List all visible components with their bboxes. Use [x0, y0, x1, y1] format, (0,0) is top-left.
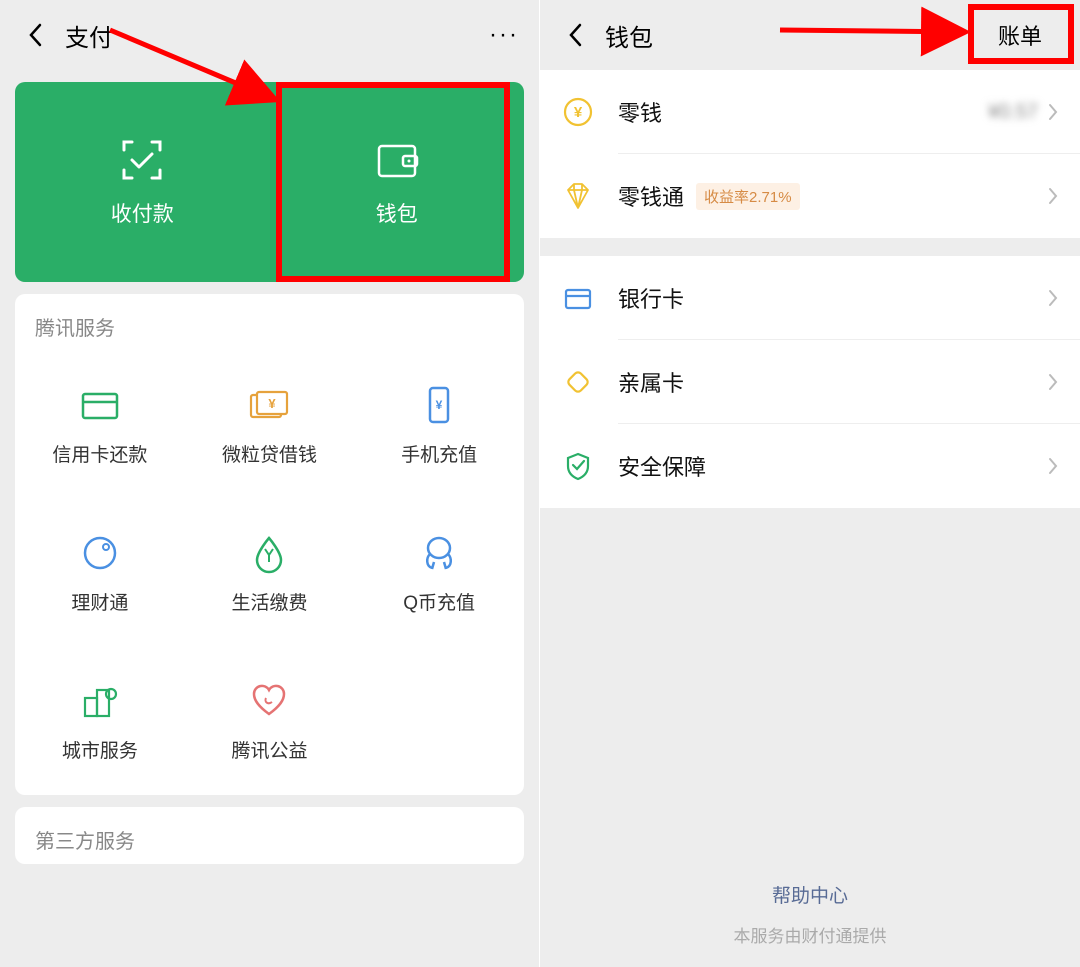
- qcoin-icon: [418, 532, 460, 574]
- service-item-phone-charge[interactable]: ¥ 手机充值: [354, 351, 524, 499]
- shield-icon: [562, 450, 594, 482]
- list-label: 安全保障: [618, 450, 706, 482]
- svg-text:¥: ¥: [269, 396, 277, 411]
- provider-text: 本服务由财付通提供: [540, 922, 1080, 947]
- yield-badge: 收益率2.71%: [696, 183, 800, 210]
- diamond-icon: [562, 180, 594, 212]
- balance-value: ¥0.57: [988, 101, 1038, 124]
- bill-button[interactable]: 账单: [980, 11, 1060, 59]
- service-label: Q币充值: [403, 588, 475, 615]
- wallet-screen: 钱包 账单 ¥ 零钱 ¥0.57 零钱通收益率2.71% 银行卡 亲属卡 安全保障…: [540, 0, 1080, 967]
- chevron-right-icon: [1048, 457, 1058, 475]
- pay-receive-button[interactable]: 收付款: [15, 82, 270, 282]
- chevron-right-icon: [1048, 289, 1058, 307]
- service-label: 信用卡还款: [52, 440, 147, 467]
- service-label: 腾讯公益: [231, 736, 307, 763]
- phone-charge-icon: ¥: [418, 384, 460, 426]
- chevron-left-icon: [28, 23, 42, 47]
- back-button[interactable]: [560, 20, 590, 50]
- payment-screen: 支付 ··· 收付款 钱包 腾讯服务 信用卡还款¥ 微粒贷借钱¥ 手机充值 理财: [0, 0, 540, 967]
- wallet-label: 钱包: [376, 198, 418, 228]
- list-item-family-card[interactable]: 亲属卡: [540, 340, 1080, 424]
- chevron-right-icon: [1048, 187, 1058, 205]
- page-title: 支付: [65, 18, 113, 53]
- yen-circle-icon: ¥: [562, 96, 594, 128]
- list-label: 银行卡: [618, 282, 684, 314]
- service-label: 城市服务: [62, 736, 138, 763]
- drop-icon: [248, 532, 290, 574]
- qr-scan-icon: [118, 136, 166, 184]
- third-party-section: 第三方服务: [15, 807, 524, 864]
- yen-note-icon: ¥: [248, 384, 290, 426]
- chevron-right-icon: [1048, 103, 1058, 121]
- list-label: 零钱通: [618, 180, 684, 212]
- section-title: 第三方服务: [15, 807, 524, 864]
- heart-icon: [248, 680, 290, 722]
- chevron-right-icon: [1048, 373, 1058, 391]
- list-item-balance[interactable]: ¥ 零钱 ¥0.57: [540, 70, 1080, 154]
- list-label: 亲属卡: [618, 366, 684, 398]
- footer: 帮助中心 本服务由财付通提供: [540, 881, 1080, 947]
- list-item-balance-plus[interactable]: 零钱通收益率2.71%: [540, 154, 1080, 238]
- service-item-qcoin[interactable]: Q币充值: [354, 499, 524, 647]
- service-label: 手机充值: [401, 440, 477, 467]
- list-label: 零钱: [618, 96, 662, 128]
- service-item-credit-card[interactable]: 信用卡还款: [15, 351, 185, 499]
- service-label: 微粒贷借钱: [222, 440, 317, 467]
- pay-receive-label: 收付款: [111, 198, 174, 228]
- service-item-finance[interactable]: 理财通: [15, 499, 185, 647]
- credit-card-icon: [79, 384, 121, 426]
- help-center-link[interactable]: 帮助中心: [540, 881, 1080, 908]
- svg-text:¥: ¥: [574, 104, 583, 121]
- list-item-bank-card[interactable]: 银行卡: [540, 256, 1080, 340]
- wallet-card: 收付款 钱包: [15, 82, 524, 282]
- service-label: 生活缴费: [231, 588, 307, 615]
- tencent-services-section: 腾讯服务 信用卡还款¥ 微粒贷借钱¥ 手机充值 理财通 生活缴费 Q币充值 城市…: [15, 294, 524, 795]
- city-icon: [79, 680, 121, 722]
- header: 钱包 账单: [540, 0, 1080, 70]
- card-icon: [562, 282, 594, 314]
- service-item-drop[interactable]: 生活缴费: [185, 499, 355, 647]
- back-button[interactable]: [20, 20, 50, 50]
- section-title: 腾讯服务: [15, 294, 524, 351]
- wallet-list: ¥ 零钱 ¥0.57 零钱通收益率2.71% 银行卡 亲属卡 安全保障: [540, 70, 1080, 508]
- service-label: 理财通: [71, 588, 128, 615]
- list-divider: [540, 238, 1080, 256]
- rotated-square-icon: [562, 366, 594, 398]
- more-icon[interactable]: ···: [489, 21, 519, 49]
- service-item-city[interactable]: 城市服务: [15, 647, 185, 795]
- svg-text:¥: ¥: [436, 398, 443, 412]
- header: 支付 ···: [0, 0, 539, 70]
- page-title: 钱包: [605, 18, 653, 53]
- service-item-heart[interactable]: 腾讯公益: [185, 647, 355, 795]
- services-grid: 信用卡还款¥ 微粒贷借钱¥ 手机充值 理财通 生活缴费 Q币充值 城市服务 腾讯…: [15, 351, 524, 795]
- service-item-yen-note[interactable]: ¥ 微粒贷借钱: [185, 351, 355, 499]
- wallet-button[interactable]: 钱包: [270, 82, 525, 282]
- list-item-security[interactable]: 安全保障: [540, 424, 1080, 508]
- finance-icon: [79, 532, 121, 574]
- chevron-left-icon: [568, 23, 582, 47]
- wallet-icon: [373, 136, 421, 184]
